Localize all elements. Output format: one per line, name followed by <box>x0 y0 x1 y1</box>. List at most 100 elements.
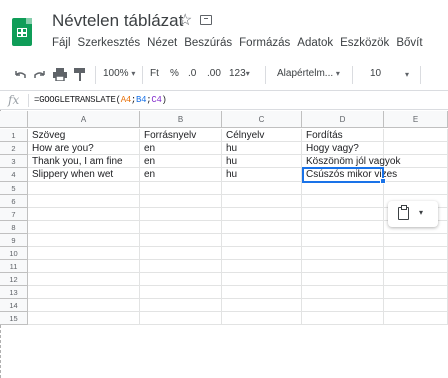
cell-e10[interactable] <box>384 247 448 260</box>
cell-b14[interactable] <box>140 299 222 312</box>
cell-b12[interactable] <box>140 273 222 286</box>
currency-format-button[interactable]: Ft <box>150 68 159 79</box>
cell-c7[interactable] <box>222 208 302 221</box>
cell-a4[interactable]: Slippery when wet <box>28 168 140 182</box>
font-family-select[interactable]: Alapértelm... ▾ <box>277 68 340 79</box>
cell-d13[interactable] <box>302 286 384 299</box>
cell-b4[interactable]: en <box>140 168 222 182</box>
cell-e14[interactable] <box>384 299 448 312</box>
cell-e11[interactable] <box>384 260 448 273</box>
cell-b1[interactable]: Forrásnyelv <box>140 129 222 142</box>
cell-d14[interactable] <box>302 299 384 312</box>
cell-a11[interactable] <box>28 260 140 273</box>
menu-format[interactable]: Formázás <box>239 37 290 53</box>
chevron-down-icon[interactable]: ▾ <box>405 70 409 79</box>
cell-a9[interactable] <box>28 234 140 247</box>
cell-e1[interactable] <box>384 129 448 142</box>
cell-c3[interactable]: hu <box>222 155 302 168</box>
cell-c8[interactable] <box>222 221 302 234</box>
column-header-a[interactable]: A <box>28 111 140 128</box>
redo-icon[interactable] <box>33 70 46 80</box>
move-to-folder-icon[interactable] <box>200 15 212 25</box>
cell-d2[interactable]: Hogy vagy? <box>302 142 384 155</box>
cell-b8[interactable] <box>140 221 222 234</box>
row-header[interactable]: 6 <box>0 195 28 208</box>
cell-c13[interactable] <box>222 286 302 299</box>
document-title[interactable]: Névtelen táblázat <box>52 11 183 31</box>
more-formats-select[interactable]: 123▾ <box>229 68 250 79</box>
print-icon[interactable] <box>53 68 67 81</box>
cell-b2[interactable]: en <box>140 142 222 155</box>
cell-c10[interactable] <box>222 247 302 260</box>
cell-e3[interactable] <box>384 155 448 168</box>
column-header-b[interactable]: B <box>140 111 222 128</box>
cell-c5[interactable] <box>222 182 302 195</box>
cell-b7[interactable] <box>140 208 222 221</box>
row-header[interactable]: 3 <box>0 155 28 168</box>
cell-a8[interactable] <box>28 221 140 234</box>
row-header[interactable]: 11 <box>0 260 28 273</box>
fill-handle[interactable] <box>380 178 386 184</box>
column-header-c[interactable]: C <box>222 111 302 128</box>
decrease-decimal-button[interactable]: .0 <box>188 68 196 79</box>
cell-c15[interactable] <box>222 312 302 325</box>
zoom-select[interactable]: 100% ▾ <box>103 68 135 79</box>
cell-e12[interactable] <box>384 273 448 286</box>
cell-c6[interactable] <box>222 195 302 208</box>
cell-a10[interactable] <box>28 247 140 260</box>
cell-a7[interactable] <box>28 208 140 221</box>
row-header[interactable]: 5 <box>0 182 28 195</box>
menu-view[interactable]: Nézet <box>147 37 177 53</box>
spreadsheet-grid[interactable]: A B C D E 1 2 3 4 5 6 7 8 9 10 11 12 13 … <box>0 111 448 378</box>
cell-a1[interactable]: Szöveg <box>28 129 140 142</box>
cell-d9[interactable] <box>302 234 384 247</box>
cell-b9[interactable] <box>140 234 222 247</box>
cell-d15[interactable] <box>302 312 384 325</box>
cell-a3[interactable]: Thank you, I am fine <box>28 155 140 168</box>
cell-e9[interactable] <box>384 234 448 247</box>
cell-d8[interactable] <box>302 221 384 234</box>
paint-format-icon[interactable] <box>74 68 86 81</box>
row-header[interactable]: 7 <box>0 208 28 221</box>
increase-decimal-button[interactable]: .00 <box>207 68 221 79</box>
select-all-corner[interactable] <box>0 111 28 128</box>
cell-b10[interactable] <box>140 247 222 260</box>
menu-file[interactable]: Fájl <box>52 37 71 53</box>
cell-c11[interactable] <box>222 260 302 273</box>
cell-b6[interactable] <box>140 195 222 208</box>
cell-d7[interactable] <box>302 208 384 221</box>
cell-a13[interactable] <box>28 286 140 299</box>
cell-d5[interactable] <box>302 182 384 195</box>
cell-b3[interactable]: en <box>140 155 222 168</box>
row-header[interactable]: 14 <box>0 299 28 312</box>
menu-insert[interactable]: Beszúrás <box>184 37 232 53</box>
cell-a2[interactable]: How are you? <box>28 142 140 155</box>
menu-extensions[interactable]: Bővít <box>396 37 422 53</box>
cell-c9[interactable] <box>222 234 302 247</box>
cell-b13[interactable] <box>140 286 222 299</box>
row-header[interactable]: 10 <box>0 247 28 260</box>
cell-c14[interactable] <box>222 299 302 312</box>
cell-a6[interactable] <box>28 195 140 208</box>
formula-text[interactable]: =GOOGLETRANSLATE(A4;B4;C4) <box>34 95 167 105</box>
row-header[interactable]: 1 <box>0 129 28 142</box>
menu-tools[interactable]: Eszközök <box>340 37 389 53</box>
cell-d1[interactable]: Fordítás <box>302 129 384 142</box>
cell-e5[interactable] <box>384 182 448 195</box>
cell-c12[interactable] <box>222 273 302 286</box>
cell-d6[interactable] <box>302 195 384 208</box>
google-sheets-logo[interactable] <box>12 18 32 46</box>
cell-d11[interactable] <box>302 260 384 273</box>
row-header[interactable]: 12 <box>0 273 28 286</box>
paste-options-chip[interactable]: ▾ <box>388 201 438 227</box>
row-header[interactable]: 15 <box>0 312 28 325</box>
column-header-e[interactable]: E <box>384 111 448 128</box>
cell-a12[interactable] <box>28 273 140 286</box>
row-header[interactable]: 2 <box>0 142 28 155</box>
star-icon[interactable]: ☆ <box>178 10 192 30</box>
formula-bar[interactable]: fx =GOOGLETRANSLATE(A4;B4;C4) <box>0 90 448 110</box>
cell-c1[interactable]: Célnyelv <box>222 129 302 142</box>
cell-d12[interactable] <box>302 273 384 286</box>
percent-format-button[interactable]: % <box>170 68 179 79</box>
cell-d10[interactable] <box>302 247 384 260</box>
